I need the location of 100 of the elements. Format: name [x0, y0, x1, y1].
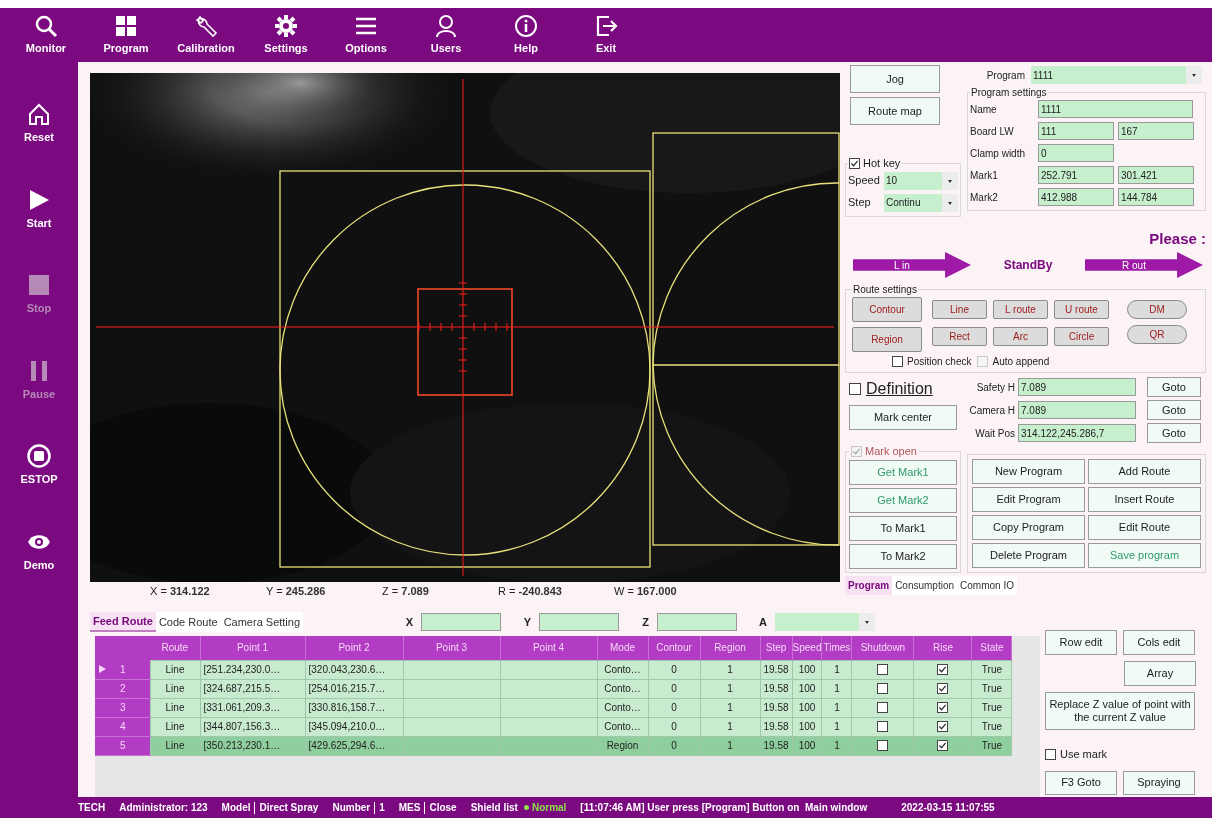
table-cell: [350.213,230.1…: [200, 736, 305, 755]
cols-edit-button[interactable]: Cols edit: [1123, 630, 1195, 655]
checkbox[interactable]: [892, 356, 903, 367]
sidebar-button[interactable]: Start: [26, 187, 52, 231]
program-button[interactable]: Add Route: [1088, 459, 1201, 484]
status-message: [11:07:46 AM] User press [Program] Button on Main window: [580, 801, 868, 815]
mark-button[interactable]: Get Mark2: [849, 487, 957, 513]
checkbox-label: Hot key: [863, 156, 901, 171]
checkbox[interactable]: [937, 721, 949, 732]
program-button[interactable]: Save program: [1088, 543, 1201, 568]
text-field[interactable]: 301.421: [1118, 166, 1194, 184]
program-button[interactable]: Copy Program: [972, 515, 1085, 540]
program-button[interactable]: Edit Route: [1088, 515, 1201, 540]
checkbox[interactable]: [849, 383, 861, 395]
program-button[interactable]: Delete Program: [972, 543, 1085, 568]
text-field[interactable]: 0: [1038, 144, 1114, 162]
table-cell: [344.807,156.3…: [200, 717, 305, 736]
checkbox[interactable]: [937, 740, 949, 751]
text-field[interactable]: 7.089: [1018, 378, 1136, 396]
column-header: Region: [700, 636, 760, 660]
coordinate-readout: X = 314.122: [150, 583, 211, 599]
checkbox[interactable]: [937, 702, 949, 713]
program-button[interactable]: Insert Route: [1088, 487, 1201, 512]
tab[interactable]: Code Route: [155, 612, 221, 632]
toolbar-button[interactable]: Options: [328, 8, 404, 62]
program-button[interactable]: New Program: [972, 459, 1085, 484]
text-field[interactable]: 144.784: [1118, 188, 1194, 206]
tab[interactable]: Consumption: [892, 576, 958, 595]
sidebar-button[interactable]: Reset: [24, 102, 54, 146]
text-field[interactable]: [421, 613, 502, 631]
toolbar-button[interactable]: Users: [408, 8, 484, 62]
field-label: Name: [970, 102, 998, 117]
goto-button[interactable]: Goto: [1147, 377, 1201, 397]
mark-center-button[interactable]: Mark center: [849, 405, 957, 430]
table-cell: 0: [648, 679, 700, 698]
shape-button[interactable]: Rect: [932, 327, 987, 346]
table-cell: 1: [821, 698, 852, 717]
text-field[interactable]: [539, 613, 620, 631]
text-field[interactable]: 252.791: [1038, 166, 1114, 184]
checkbox[interactable]: [937, 683, 949, 694]
route-button[interactable]: Contour: [852, 297, 922, 322]
checkbox[interactable]: [877, 664, 889, 675]
text-field[interactable]: 314.122,245.286,7: [1018, 424, 1136, 442]
mark-button[interactable]: Get Mark1: [849, 459, 957, 485]
text-field[interactable]: 1111: [1038, 100, 1193, 118]
checkbox[interactable]: [1045, 748, 1056, 760]
toolbar-button[interactable]: Monitor: [8, 8, 84, 62]
text-field[interactable]: 167: [1118, 122, 1194, 140]
checkbox[interactable]: [937, 664, 949, 675]
tab[interactable]: Common IO: [957, 576, 1017, 595]
toolbar-button[interactable]: Program: [88, 8, 164, 62]
text-field[interactable]: 7.089: [1018, 401, 1136, 419]
tab[interactable]: Feed Route: [90, 612, 156, 632]
toolbar-button[interactable]: Exit: [568, 8, 644, 62]
text-field[interactable]: 412.988: [1038, 188, 1114, 206]
checkbox[interactable]: [849, 157, 860, 169]
toolbar-button[interactable]: Settings: [248, 8, 324, 62]
goto-button[interactable]: Goto: [1147, 400, 1201, 420]
mark-button[interactable]: To Mark1: [849, 515, 957, 541]
table-row[interactable]: 1 Line [251.234,230.0… [320.043,230.6… Conto… 0 1 19.58 100 1 True: [95, 660, 1012, 679]
checkbox[interactable]: [877, 702, 889, 713]
row-number: 3: [120, 701, 126, 715]
jog-button[interactable]: Route map: [850, 97, 940, 125]
goto-button[interactable]: Goto: [1147, 423, 1201, 443]
spraying-button[interactable]: Spraying: [1123, 770, 1195, 795]
array-button[interactable]: Array: [1124, 661, 1196, 686]
shape-button[interactable]: U route: [1054, 300, 1109, 319]
checkbox[interactable]: [877, 683, 889, 694]
code-button[interactable]: DM: [1127, 300, 1187, 319]
replace-z-button[interactable]: Replace Z value of point with the current Z value: [1045, 692, 1195, 730]
sidebar-button[interactable]: Demo: [23, 529, 55, 573]
shape-button[interactable]: Circle: [1054, 327, 1109, 346]
program-button[interactable]: Edit Program: [972, 487, 1085, 512]
jog-button[interactable]: Jog: [850, 65, 940, 93]
text-field[interactable]: [657, 613, 738, 631]
toolbar-button[interactable]: Calibration: [168, 8, 244, 62]
checkbox[interactable]: [877, 740, 889, 751]
shape-button[interactable]: L route: [993, 300, 1048, 319]
table-cell: Line: [150, 660, 200, 679]
code-button[interactable]: QR: [1127, 325, 1187, 344]
tab[interactable]: Program: [845, 576, 893, 595]
checkbox[interactable]: [877, 721, 889, 732]
shape-button[interactable]: Arc: [993, 327, 1048, 346]
status-label: Number: [332, 801, 371, 815]
toolbar-button[interactable]: Help: [488, 8, 564, 62]
row-edit-button[interactable]: Row edit: [1045, 630, 1117, 655]
goto-button[interactable]: F3 Goto: [1045, 770, 1117, 795]
coordinate-readout: R = -240.843: [498, 583, 563, 599]
table-cell: 1: [700, 698, 760, 717]
text-field[interactable]: 111: [1038, 122, 1114, 140]
arrow-button[interactable]: R out: [1085, 252, 1203, 278]
tab[interactable]: Camera Setting: [220, 612, 304, 632]
mark-button[interactable]: To Mark2: [849, 543, 957, 569]
field-label: Board LW: [970, 124, 1015, 139]
coordinate-readout: Z = 7.089: [382, 583, 430, 599]
route-button[interactable]: Region: [852, 327, 922, 352]
sidebar-button[interactable]: ESTOP: [20, 444, 58, 488]
shape-button[interactable]: Line: [932, 300, 987, 319]
arrow-button[interactable]: L in: [853, 252, 971, 278]
field-label: Z: [641, 614, 650, 630]
